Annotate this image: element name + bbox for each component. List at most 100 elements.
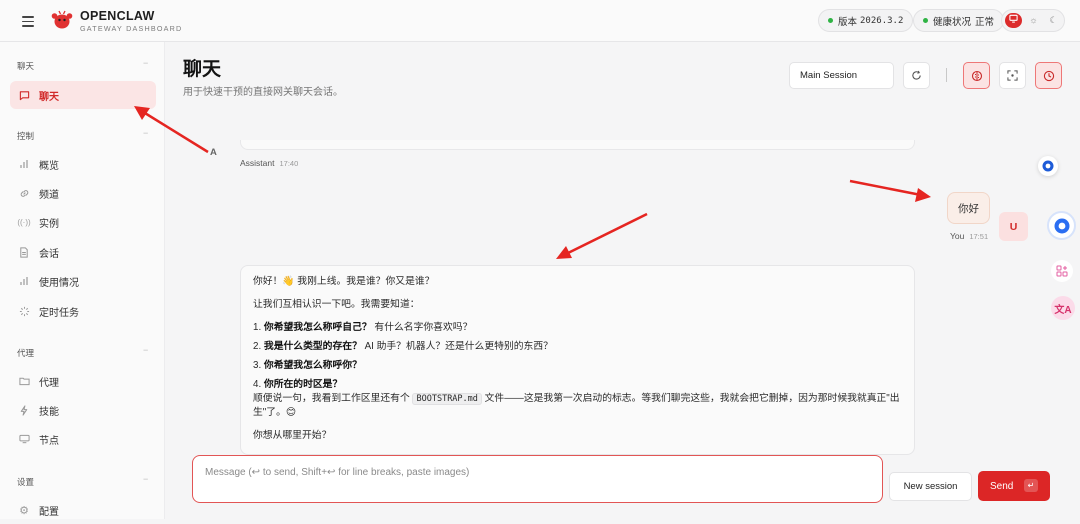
brain-icon xyxy=(971,70,982,81)
list-number: 2. xyxy=(253,341,262,352)
menu-toggle-button[interactable] xyxy=(20,12,38,30)
question-bold: 我是什么类型的存在？ xyxy=(263,341,362,352)
user-name: You xyxy=(950,231,965,241)
health-label: 健康状况 xyxy=(933,16,972,28)
sidebar-item-usage[interactable]: 使用情况 xyxy=(10,267,156,295)
collapse-icon[interactable]: − xyxy=(143,58,148,68)
list-number: 1. xyxy=(253,322,262,333)
folder-icon xyxy=(17,374,31,388)
reply-greeting: 你好！👋 我刚上线。我是谁？你又是谁？ xyxy=(253,276,435,287)
assistant-avatar: A xyxy=(210,147,217,158)
question-bold: 你所在的时区是？ xyxy=(263,379,343,390)
history-button[interactable] xyxy=(1035,62,1062,89)
health-value: 正常 xyxy=(975,16,995,28)
user-avatar: U xyxy=(999,212,1028,241)
sidebar-item-overview[interactable]: 概览 xyxy=(10,150,156,178)
apps-button[interactable] xyxy=(1051,260,1073,282)
sidebar-item-label: 定时任务 xyxy=(39,307,79,319)
reply-intro: 让我们互相认识一下吧。我需要知道： xyxy=(253,299,420,310)
send-button[interactable]: Send ↵ xyxy=(978,471,1050,501)
question-bold: 你希望我怎么称呼你？ xyxy=(263,360,362,371)
send-label: Send xyxy=(990,480,1014,492)
collapse-icon[interactable]: − xyxy=(143,345,148,355)
toolbar-divider xyxy=(946,68,947,82)
translate-button[interactable]: 文A xyxy=(1051,296,1075,320)
radio-icon: ((·)) xyxy=(17,217,31,227)
message-composer xyxy=(192,455,883,503)
app-name: OPENCLAW xyxy=(80,9,155,23)
gear-icon: ⚙ xyxy=(19,504,29,517)
previous-message-bubble xyxy=(240,140,915,150)
assistant-message-meta: Assistant 17:40 xyxy=(240,158,298,168)
version-value: 2026.3.2 xyxy=(860,15,904,26)
list-item: 4. 你所在的时区是？ xyxy=(253,378,902,392)
assistant-message-bubble: 你好！👋 我刚上线。我是谁？你又是谁？ 让我们互相认识一下吧。我需要知道： 1.… xyxy=(240,265,915,455)
message-timestamp: 17:40 xyxy=(279,159,299,168)
enter-key-icon: ↵ xyxy=(1024,479,1038,492)
brand: OPENCLAW GATEWAY DASHBOARD xyxy=(80,10,182,34)
sidebar-item-label: 聊天 xyxy=(39,91,59,103)
sidebar-item-channels[interactable]: 频道 xyxy=(10,179,156,207)
sidebar-item-chat[interactable]: 聊天 xyxy=(10,81,156,109)
version-label: 版本 xyxy=(838,16,858,28)
sidebar-item-label: 使用情况 xyxy=(39,277,79,289)
sidebar-item-agents[interactable]: 代理 xyxy=(10,367,156,395)
sidebar-item-sessions[interactable]: 会话 xyxy=(10,238,156,266)
sidebar-item-config[interactable]: ⚙ 配置 xyxy=(10,496,156,524)
annotation-arrow xyxy=(849,179,931,202)
question-rest: AI 助手？机器人？还是什么更特别的东西？ xyxy=(364,341,553,352)
focus-icon xyxy=(1007,70,1018,81)
page-title: 聊天 xyxy=(183,59,222,80)
ai-assistant-button[interactable] xyxy=(1047,211,1076,240)
monitor-icon xyxy=(17,432,31,446)
status-dot-icon xyxy=(828,18,833,23)
sidebar: 聊天 − 聊天 控制 − 概览 频道 ((·)) 实例 会话 使用情况 定时任务… xyxy=(0,42,165,519)
sidebar-section-agents: 代理 xyxy=(17,348,35,358)
sidebar-item-label: 概览 xyxy=(39,160,59,172)
monitor-icon[interactable] xyxy=(1005,13,1022,28)
sidebar-item-label: 会话 xyxy=(39,248,59,260)
session-select[interactable]: Main Session xyxy=(789,62,894,89)
assistant-float-button[interactable] xyxy=(1038,156,1058,176)
sidebar-item-instances[interactable]: ((·)) 实例 xyxy=(10,208,156,236)
sidebar-item-label: 技能 xyxy=(39,406,59,418)
reply-note: 顺便说一句，我看到工作区里还有个 BOOTSTRAP.md 文件——这是我第一次… xyxy=(253,392,902,420)
list-item: 1. 你希望我怎么称呼自己？ 有什么名字你喜欢吗？ xyxy=(253,321,902,335)
reply-closing: 你想从哪里开始？ xyxy=(253,430,332,441)
translate-icon: 文A xyxy=(1054,304,1072,316)
moon-icon[interactable]: ☾ xyxy=(1045,13,1062,28)
sidebar-section-control: 控制 xyxy=(17,131,35,141)
refresh-button[interactable] xyxy=(903,62,930,89)
sidebar-item-skills[interactable]: 技能 xyxy=(10,396,156,424)
loader-icon xyxy=(17,304,31,318)
sun-icon[interactable]: ☼ xyxy=(1025,13,1042,28)
collapse-icon[interactable]: − xyxy=(143,474,148,484)
list-item: 2. 我是什么类型的存在？ AI 助手？机器人？还是什么更特别的东西？ xyxy=(253,340,902,354)
refresh-icon xyxy=(912,70,921,80)
sidebar-section-settings: 设置 xyxy=(17,477,35,487)
chat-icon xyxy=(17,88,31,102)
sidebar-item-cron[interactable]: 定时任务 xyxy=(10,297,156,325)
thinking-toggle-button[interactable] xyxy=(963,62,990,89)
sidebar-item-nodes[interactable]: 节点 xyxy=(10,425,156,453)
focus-mode-button[interactable] xyxy=(999,62,1026,89)
annotation-arrow xyxy=(556,212,648,259)
sidebar-item-label: 代理 xyxy=(39,377,59,389)
sidebar-section-chat: 聊天 xyxy=(17,61,35,71)
collapse-icon[interactable]: − xyxy=(143,128,148,138)
version-badge: 版本 2026.3.2 xyxy=(818,9,914,32)
app-subtitle: GATEWAY DASHBOARD xyxy=(80,24,183,33)
new-session-button[interactable]: New session xyxy=(889,472,972,501)
reply-question-list: 1. 你希望我怎么称呼自己？ 有什么名字你喜欢吗？ 2. 我是什么类型的存在？ … xyxy=(253,321,902,392)
message-input[interactable] xyxy=(193,456,882,488)
sidebar-item-label: 频道 xyxy=(39,189,59,201)
list-item: 3. 你希望我怎么称呼你？ xyxy=(253,359,902,373)
question-bold: 你希望我怎么称呼自己？ xyxy=(263,322,372,333)
chat-bubble-icon xyxy=(1042,160,1054,172)
link-icon xyxy=(17,186,31,200)
message-timestamp: 17:51 xyxy=(969,232,989,241)
theme-switcher: ☼ ☾ xyxy=(1001,9,1065,32)
note-text: 顺便说一句，我看到工作区里还有个 xyxy=(253,393,410,404)
question-rest: 有什么名字你喜欢吗？ xyxy=(374,322,473,333)
bar-chart-icon xyxy=(17,274,31,288)
